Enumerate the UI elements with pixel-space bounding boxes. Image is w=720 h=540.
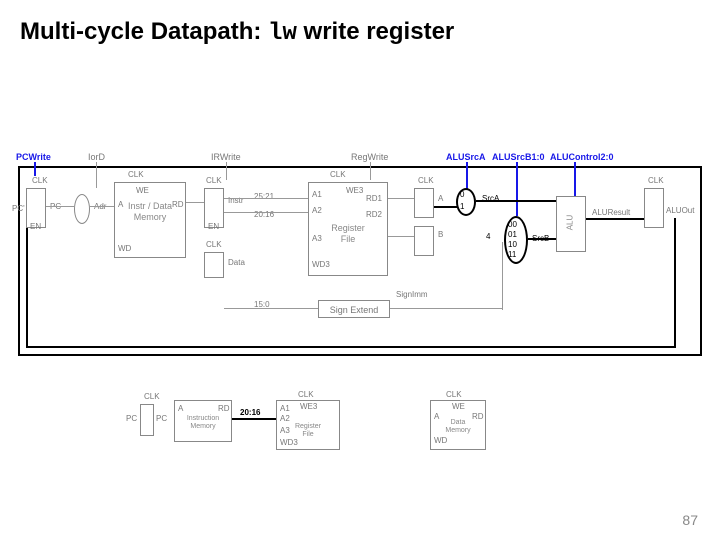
mux-10: 10 xyxy=(508,240,517,249)
ctrl-alusrcb: ALUSrcB1:0 xyxy=(492,152,545,162)
mini-datapath: CLK PC PC Instruction Memory A RD 20:16 … xyxy=(140,390,520,460)
thin-mux-mem xyxy=(90,206,114,207)
ctrl-iord: IorD xyxy=(88,152,105,162)
wire-alusrcb xyxy=(516,162,518,216)
page-number: 87 xyxy=(682,512,698,528)
lbl-mem-a: A xyxy=(118,200,123,209)
mini-dmem-wd: WD xyxy=(434,436,447,445)
mux-11: 11 xyxy=(508,250,516,259)
mini-clk2: CLK xyxy=(298,390,314,399)
lbl-data-out: Data xyxy=(228,258,245,267)
mux-alusrca xyxy=(456,188,476,216)
lbl-clk-ir: CLK xyxy=(206,176,222,185)
thin-signext-muxb xyxy=(390,308,502,309)
title-pre: Multi-cycle Datapath: xyxy=(20,18,268,45)
mini-a3: A3 xyxy=(280,426,290,435)
mux-01: 01 xyxy=(508,230,517,239)
mini-wire-instr xyxy=(232,418,276,420)
mini-dmem-we: WE xyxy=(452,402,465,411)
lbl-clk-mem: CLK xyxy=(128,170,144,179)
lbl-alu: ALU xyxy=(565,215,574,231)
lbl-rd1: RD1 xyxy=(366,194,382,203)
lbl-clk-aluout: CLK xyxy=(648,176,664,185)
lbl-a2: A2 xyxy=(312,206,322,215)
thin-ir-rf1 xyxy=(224,198,308,199)
lbl-clk-data: CLK xyxy=(206,240,222,249)
lbl-mem-wd: WD xyxy=(118,244,131,253)
title-mono: lw xyxy=(268,20,297,47)
wire-aluresult xyxy=(586,218,644,220)
mini-clk1: CLK xyxy=(144,392,160,401)
mini-pc: PC xyxy=(156,414,167,423)
a-register xyxy=(414,188,434,218)
ctrl-alucontrol: ALUControl2:0 xyxy=(550,152,614,162)
mini-bits: 20:16 xyxy=(240,408,260,417)
mux-iord xyxy=(74,194,90,224)
title-post: write register xyxy=(297,18,454,45)
lbl-a3: A3 xyxy=(312,234,322,243)
lbl-mem-we: WE xyxy=(136,186,149,195)
mini-we3: WE3 xyxy=(300,402,317,411)
lbl-clk-a: CLK xyxy=(418,176,434,185)
lbl-rd2: RD2 xyxy=(366,210,382,219)
lbl-wd3: WD3 xyxy=(312,260,330,269)
datapath-diagram: PCWrite IorD IRWrite RegWrite ALUSrcA AL… xyxy=(18,140,702,360)
wire-srcb-alu xyxy=(528,238,556,240)
lbl-b-out: B xyxy=(438,230,443,239)
wire-aluctl xyxy=(574,162,576,200)
lbl-signimm: SignImm xyxy=(396,290,428,299)
mini-wd3: WD3 xyxy=(280,438,298,447)
mux-00: 00 xyxy=(508,220,517,229)
thin-rd1-a xyxy=(388,198,414,199)
lbl-we3: WE3 xyxy=(346,186,363,195)
slide-title: Multi-cycle Datapath: lw write register xyxy=(20,18,454,47)
mini-dmem-a: A xyxy=(434,412,439,421)
mini-imem-rd: RD xyxy=(218,404,230,413)
b-register xyxy=(414,226,434,256)
wire-feedback-bus-h xyxy=(26,346,676,348)
wire-pcwrite xyxy=(34,162,36,176)
mini-pcprime: PC xyxy=(126,414,137,423)
lbl-aluresult: ALUResult xyxy=(592,208,630,217)
lbl-aluout: ALUOut xyxy=(666,206,694,215)
mini-clk3: CLK xyxy=(446,390,462,399)
mini-a1: A1 xyxy=(280,404,290,413)
aluout-register xyxy=(644,188,664,228)
data-register xyxy=(204,252,224,278)
lbl-pcprime: PC' xyxy=(12,204,25,213)
thin-ir-signext xyxy=(224,308,318,309)
lbl-four: 4 xyxy=(486,232,490,241)
lbl-bits-25-21: 25:21 xyxy=(254,192,274,201)
thin-irwrite xyxy=(226,162,227,180)
thin-mem-ir xyxy=(186,202,204,203)
thin-iord xyxy=(96,162,97,188)
thin-signext-up xyxy=(502,242,503,310)
thin-ir-rf2 xyxy=(224,212,308,213)
wire-alusrca xyxy=(466,162,468,190)
lbl-a1: A1 xyxy=(312,190,322,199)
lbl-mem-rd: RD xyxy=(172,200,184,209)
ctrl-irwrite: IRWrite xyxy=(211,152,241,162)
mini-pc-reg xyxy=(140,404,154,436)
thin-regwrite xyxy=(370,162,371,180)
lbl-en-pc: EN xyxy=(30,222,41,231)
wire-srca-alu xyxy=(476,200,556,202)
wire-feedback-bus-v-left xyxy=(26,228,28,348)
ctrl-alusrca: ALUSrcA xyxy=(446,152,486,162)
mini-dmem-rd: RD xyxy=(472,412,484,421)
lbl-a-out: A xyxy=(438,194,443,203)
lbl-clk-pc: CLK xyxy=(32,176,48,185)
thin-rd2-b xyxy=(388,236,414,237)
mini-imem-a: A xyxy=(178,404,183,413)
lbl-en-ir: EN xyxy=(208,222,219,231)
ctrl-regwrite: RegWrite xyxy=(351,152,388,162)
lbl-clk-rf: CLK xyxy=(330,170,346,179)
ctrl-pcwrite: PCWrite xyxy=(16,152,51,162)
thin-pc-mux xyxy=(46,206,74,207)
wire-feedback-bus-v-right xyxy=(674,218,676,348)
mini-a2: A2 xyxy=(280,414,290,423)
wire-a-to-mux xyxy=(434,206,458,208)
sign-extend: Sign Extend xyxy=(318,300,390,318)
